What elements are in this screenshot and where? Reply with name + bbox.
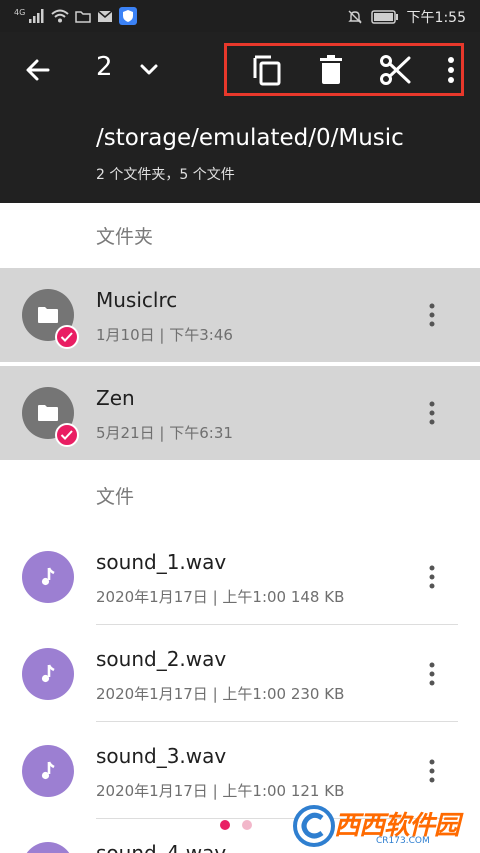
row-divider xyxy=(96,624,458,625)
folders-section-header: 文件夹 xyxy=(96,226,154,248)
more-vert-icon[interactable] xyxy=(424,661,440,687)
copy-icon[interactable] xyxy=(252,54,282,86)
file-meta: 2020年1月17日 | 上午1:00 230 KB xyxy=(96,685,345,703)
cut-icon[interactable] xyxy=(379,54,411,86)
signal-icon xyxy=(29,9,44,23)
folder-name: Musiclrc xyxy=(96,288,178,312)
battery-icon xyxy=(370,10,398,24)
selected-check-icon xyxy=(55,325,79,349)
folder-meta: 5月21日 | 下午6:31 xyxy=(96,424,233,442)
files-section-header: 文件 xyxy=(96,486,135,508)
folder-name: Zen xyxy=(96,386,135,410)
notifications-off-icon xyxy=(347,10,362,24)
file-row[interactable]: sound_2.wav 2020年1月17日 | 上午1:00 230 KB xyxy=(0,627,480,721)
watermark-subtext: CR173.COM xyxy=(376,836,430,846)
music-note-icon xyxy=(41,567,55,586)
file-meta: 2020年1月17日 | 上午1:00 121 KB xyxy=(96,782,345,800)
mail-icon xyxy=(97,9,113,22)
watermark: 西西软件园 CR173.COM xyxy=(292,804,464,848)
music-note-icon xyxy=(41,761,55,780)
more-vert-icon[interactable] xyxy=(440,54,462,86)
wifi-icon xyxy=(51,9,69,23)
more-vert-icon[interactable] xyxy=(424,758,440,784)
folder-icon xyxy=(38,307,58,323)
shield-app-icon xyxy=(119,7,138,25)
file-name: sound_2.wav xyxy=(96,647,227,671)
audio-avatar xyxy=(22,745,74,797)
status-bar: 4G 下午1:55 xyxy=(0,0,480,32)
audio-avatar xyxy=(22,551,74,603)
selection-app-bar: 2 /storage/emulated/0/Music 2 个文件夹，5 个文件 xyxy=(0,32,480,203)
page-indicator xyxy=(220,820,252,830)
watermark-logo-icon xyxy=(293,805,335,847)
more-vert-icon[interactable] xyxy=(424,564,440,590)
audio-avatar xyxy=(22,648,74,700)
selected-count: 2 xyxy=(96,52,113,82)
status-time: 下午1:55 xyxy=(406,10,466,26)
folder-row-zen[interactable]: Zen 5月21日 | 下午6:31 xyxy=(0,366,480,460)
audio-avatar xyxy=(22,842,74,853)
file-name: sound_1.wav xyxy=(96,550,227,574)
more-vert-icon[interactable] xyxy=(424,400,440,426)
network-type: 4G xyxy=(14,7,26,17)
folder-meta: 1月10日 | 下午3:46 xyxy=(96,326,233,344)
selected-check-icon xyxy=(55,423,79,447)
file-name: sound_3.wav xyxy=(96,744,227,768)
folder-row-musiclrc[interactable]: Musiclrc 1月10日 | 下午3:46 xyxy=(0,268,480,362)
delete-icon[interactable] xyxy=(318,55,344,85)
chevron-down-icon[interactable] xyxy=(138,58,160,80)
back-arrow-icon[interactable] xyxy=(24,56,52,84)
file-name: sound_4.wav xyxy=(96,841,227,853)
page-dot-active[interactable] xyxy=(220,820,230,830)
folder-icon xyxy=(38,405,58,421)
page-dot[interactable] xyxy=(242,820,252,830)
file-meta: 2020年1月17日 | 上午1:00 148 KB xyxy=(96,588,345,606)
file-row[interactable]: sound_1.wav 2020年1月17日 | 上午1:00 148 KB xyxy=(0,530,480,624)
music-note-icon xyxy=(41,664,55,683)
folder-summary: 2 个文件夹，5 个文件 xyxy=(96,167,235,183)
current-path: /storage/emulated/0/Music xyxy=(96,125,404,151)
more-vert-icon[interactable] xyxy=(424,302,440,328)
row-divider xyxy=(96,721,458,722)
folder-notification-icon xyxy=(75,10,92,23)
